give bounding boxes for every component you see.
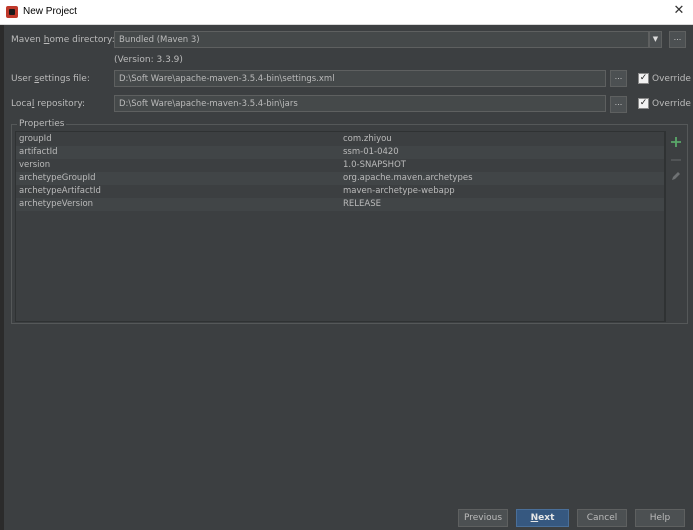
close-icon[interactable]: ✕ [671, 3, 687, 19]
cancel-button[interactable]: Cancel [577, 509, 627, 527]
override-settings-label: Override [652, 74, 691, 84]
property-value: 1.0-SNAPSHOT [343, 160, 406, 170]
chevron-down-icon[interactable]: ▼ [649, 31, 662, 48]
maven-home-combo[interactable]: Bundled (Maven 3) [114, 31, 649, 48]
maven-home-browse-button[interactable]: ... [669, 31, 686, 48]
next-button[interactable]: Next [516, 509, 569, 527]
override-repository-checkbox[interactable]: ✓ [638, 98, 649, 109]
override-repository-label: Override [652, 99, 691, 109]
properties-table: groupId com.zhiyou artifactId ssm-01-042… [15, 131, 665, 322]
table-row[interactable]: artifactId ssm-01-0420 [16, 146, 664, 159]
local-repository-field[interactable]: D:\Soft Ware\apache-maven-3.5.4-bin\jars [114, 95, 606, 112]
property-key: archetypeGroupId [19, 173, 96, 183]
pencil-icon[interactable] [669, 169, 683, 183]
window-title: New Project [23, 6, 77, 17]
table-row[interactable]: archetypeVersion RELEASE [16, 198, 664, 211]
property-key: version [19, 160, 51, 170]
user-settings-field[interactable]: D:\Soft Ware\apache-maven-3.5.4-bin\sett… [114, 70, 606, 87]
previous-button[interactable]: Previous [458, 509, 508, 527]
property-key: archetypeVersion [19, 199, 94, 209]
property-value: RELEASE [343, 199, 381, 209]
user-settings-label: User settings file: [11, 74, 90, 84]
minus-icon[interactable] [669, 153, 683, 167]
properties-toolbar [665, 131, 686, 322]
override-settings-checkbox[interactable]: ✓ [638, 73, 649, 84]
table-row[interactable]: groupId com.zhiyou [16, 133, 664, 146]
table-row[interactable]: version 1.0-SNAPSHOT [16, 159, 664, 172]
plus-icon[interactable] [669, 135, 683, 149]
property-key: archetypeArtifactId [19, 186, 101, 196]
properties-title: Properties [17, 119, 67, 129]
property-value: ssm-01-0420 [343, 147, 399, 157]
property-key: groupId [19, 134, 52, 144]
background-window-strip [0, 25, 4, 530]
property-value: org.apache.maven.archetypes [343, 173, 473, 183]
table-row[interactable]: archetypeArtifactId maven-archetype-weba… [16, 185, 664, 198]
property-value: com.zhiyou [343, 134, 392, 144]
maven-home-label: Maven home directory: [11, 35, 115, 45]
help-button[interactable]: Help [635, 509, 685, 527]
property-value: maven-archetype-webapp [343, 186, 455, 196]
maven-version-text: (Version: 3.3.9) [114, 55, 183, 65]
title-bar: New Project ✕ [0, 0, 693, 25]
local-repository-label: Local repository: [11, 99, 86, 109]
intellij-app-icon [6, 6, 18, 18]
property-key: artifactId [19, 147, 58, 157]
user-settings-browse-button[interactable]: ... [610, 70, 627, 87]
table-row[interactable]: archetypeGroupId org.apache.maven.archet… [16, 172, 664, 185]
local-repository-browse-button[interactable]: ... [610, 96, 627, 113]
